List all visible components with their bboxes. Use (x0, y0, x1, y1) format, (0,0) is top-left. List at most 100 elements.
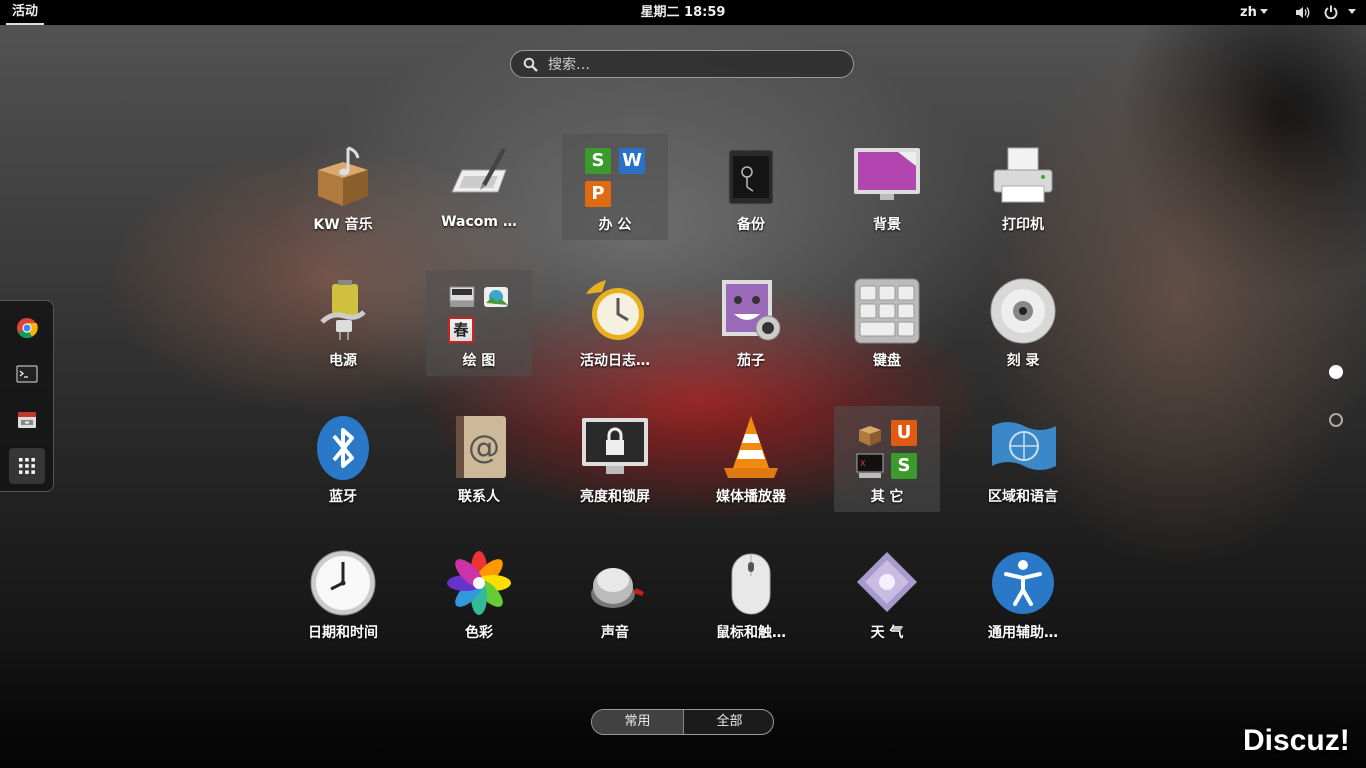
view-toggle: 常用 全部 (591, 709, 774, 735)
wacom-tablet-icon (451, 148, 507, 193)
app-label: 通用辅助… (988, 625, 1058, 641)
app-label: 电源 (329, 353, 357, 369)
app-mouse-touchpad[interactable]: 鼠标和触… (698, 542, 804, 648)
mouse-icon (731, 553, 771, 615)
app-label: 天 气 (870, 625, 904, 641)
search-icon (523, 57, 538, 72)
disc-burner-icon (990, 278, 1056, 344)
image-viewer-icon (484, 287, 508, 307)
app-label: 亮度和锁屏 (580, 489, 650, 505)
wallpaper (0, 640, 1366, 768)
system-menu-chevron-down-icon (1348, 9, 1356, 14)
music-box-icon (318, 146, 368, 206)
clock[interactable]: 星期二 18:59 (0, 0, 1366, 25)
app-label: Wacom … (441, 214, 517, 230)
folder-other[interactable]: U X S 其 它 (834, 406, 940, 512)
app-label: 色彩 (465, 625, 493, 641)
search-input[interactable] (546, 53, 840, 77)
app-contacts[interactable]: @ 联系人 (426, 406, 532, 512)
app-label: 背景 (873, 217, 901, 233)
app-label: 蓝牙 (329, 489, 357, 505)
app-label: 绘 图 (462, 353, 496, 369)
top-bar: 活动 星期二 18:59 zh (0, 0, 1366, 25)
clock-icon (310, 550, 376, 616)
app-power[interactable]: 电源 (290, 270, 396, 376)
dash-item-chrome[interactable] (9, 310, 45, 346)
spring-festival-icon: 春 (448, 317, 474, 343)
uget-icon: U (891, 420, 917, 446)
app-label: 其 它 (870, 489, 904, 505)
folder-graphics[interactable]: 春 绘 图 (426, 270, 532, 376)
app-date-time[interactable]: 日期和时间 (290, 542, 396, 648)
background-monitor-icon (854, 148, 920, 200)
xterm-icon: X (856, 453, 884, 478)
keyboard-icon (854, 278, 920, 344)
app-color[interactable]: 色彩 (426, 542, 532, 648)
volume-icon[interactable] (1296, 6, 1310, 19)
chrome-icon (17, 318, 38, 339)
accessibility-icon (992, 552, 1054, 614)
page-indicator-2[interactable] (1329, 413, 1343, 427)
frequent-apps-button[interactable]: 常用 (592, 710, 684, 734)
cheese-webcam-icon (722, 280, 781, 341)
app-weather[interactable]: 天 气 (834, 542, 940, 648)
app-backup[interactable]: 备份 (698, 134, 804, 240)
language-chevron-down-icon (1260, 9, 1268, 14)
app-background[interactable]: 背景 (834, 134, 940, 240)
app-label: 办 公 (598, 217, 632, 233)
app-bluetooth[interactable]: 蓝牙 (290, 406, 396, 512)
app-label: 日期和时间 (308, 625, 378, 641)
power-battery-icon (320, 280, 366, 340)
terminal-icon (16, 365, 38, 383)
vlc-cone-icon (724, 416, 778, 478)
file-manager-icon (18, 412, 36, 428)
app-label: 打印机 (1002, 217, 1044, 233)
sound-knob-icon (591, 568, 644, 608)
app-wacom[interactable]: Wacom … (426, 134, 532, 240)
app-label: 备份 (737, 217, 765, 233)
dash-item-show-applications[interactable] (9, 448, 45, 484)
app-media-player[interactable]: 媒体播放器 (698, 406, 804, 512)
app-universal-access[interactable]: 通用辅助… (970, 542, 1076, 648)
contacts-book-icon: @ (456, 416, 506, 478)
folder-office[interactable]: S W P 办 公 (562, 134, 668, 240)
app-brightness-lock[interactable]: 亮度和锁屏 (562, 406, 668, 512)
app-label: 鼠标和触… (716, 625, 786, 641)
app-label: 区域和语言 (988, 489, 1058, 505)
dash-item-terminal[interactable] (9, 356, 45, 392)
app-kw-music[interactable]: KW 音乐 (290, 134, 396, 240)
app-region-language[interactable]: 区域和语言 (970, 406, 1076, 512)
app-label: 刻 录 (1006, 353, 1040, 369)
all-apps-button[interactable]: 全部 (684, 710, 773, 734)
app-cheese[interactable]: 茄子 (698, 270, 804, 376)
app-printer[interactable]: 打印机 (970, 134, 1076, 240)
language-indicator[interactable]: zh (1240, 0, 1257, 25)
app-label: KW 音乐 (313, 217, 373, 233)
region-flag-icon (992, 422, 1056, 470)
printer-icon (993, 147, 1053, 203)
page-indicator-1[interactable] (1329, 365, 1343, 379)
bluetooth-icon (317, 416, 369, 480)
app-label: 茄子 (737, 353, 765, 369)
app-label: 媒体播放器 (716, 489, 786, 505)
color-flower-icon (447, 551, 511, 615)
wps-spreadsheet-icon: S (891, 453, 917, 479)
language-label: zh (1240, 5, 1257, 20)
app-activity-log[interactable]: 活动日志… (562, 270, 668, 376)
search-box[interactable] (510, 50, 854, 78)
watermark: Discuz! (1243, 724, 1350, 757)
activity-log-clock-icon (586, 280, 644, 340)
app-disc-burner[interactable]: 刻 录 (970, 270, 1076, 376)
wps-spreadsheet-icon: S (585, 148, 611, 174)
dash-item-files[interactable] (9, 402, 45, 438)
app-label: 联系人 (458, 489, 500, 505)
app-label: 键盘 (873, 353, 901, 369)
backup-safe-icon (728, 149, 774, 205)
show-applications-icon (19, 458, 35, 474)
svg-text:@: @ (468, 428, 500, 466)
power-icon[interactable] (1324, 5, 1338, 19)
app-sound[interactable]: 声音 (562, 542, 668, 648)
app-keyboard[interactable]: 键盘 (834, 270, 940, 376)
dash (0, 300, 54, 492)
wps-presentation-icon: P (585, 181, 611, 207)
